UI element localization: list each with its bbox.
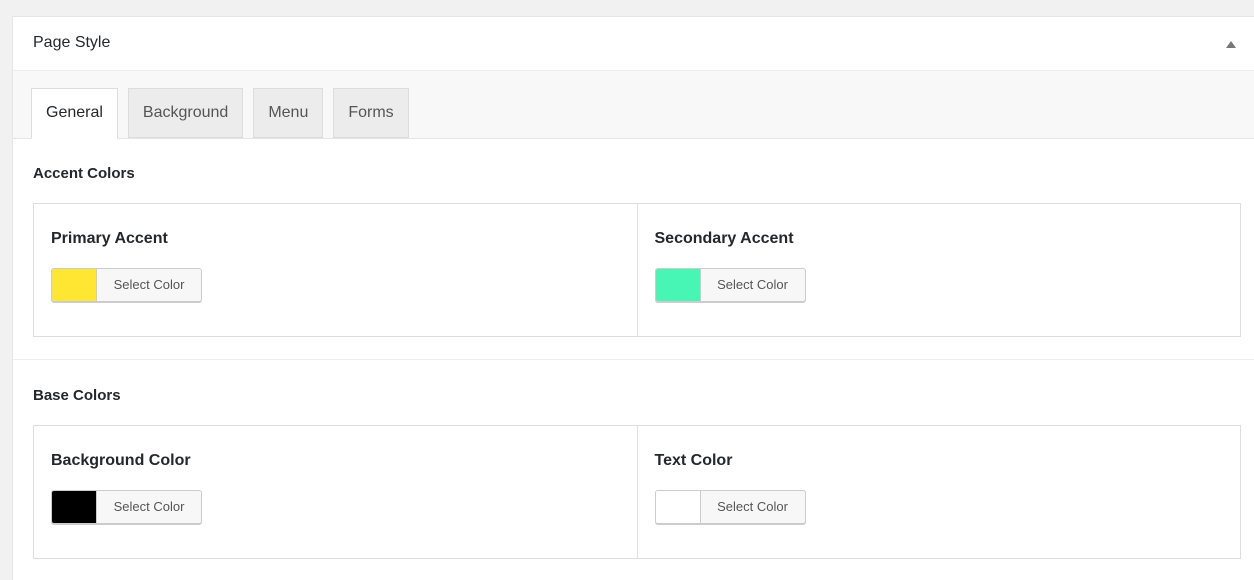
text-color-swatch[interactable] [655,491,701,523]
primary-accent-select-color-button[interactable]: Select Color [97,269,201,301]
secondary-accent-color-picker[interactable]: Select Color [654,268,806,302]
tab-menu[interactable]: Menu [253,88,324,138]
tab-background[interactable]: Background [127,88,244,138]
secondary-accent-select-color-button[interactable]: Select Color [701,269,805,301]
background-select-color-button[interactable]: Select Color [97,491,201,523]
page-style-panel: Page Style General Background Menu Forms… [12,16,1254,580]
text-color-picker[interactable]: Select Color [654,490,806,524]
panel-header[interactable]: Page Style [13,17,1254,71]
tab-strip: General Background Menu Forms [13,71,1254,139]
section-title-accent-colors: Accent Colors [33,165,135,182]
text-select-color-button[interactable]: Select Color [701,491,805,523]
secondary-accent-field: Secondary Accent Select Color [636,204,1241,336]
collapse-arrow-icon[interactable] [1226,41,1236,48]
accent-colors-box: Primary Accent Select Color Secondary Ac… [33,203,1241,337]
background-color-swatch[interactable] [52,491,97,523]
tab-forms[interactable]: Forms [333,88,409,138]
tab-general[interactable]: General [31,88,118,139]
text-color-field: Text Color Select Color [636,426,1241,558]
secondary-accent-label: Secondary Accent [654,230,794,247]
section-title-base-colors: Base Colors [33,387,121,404]
primary-accent-label: Primary Accent [51,230,168,247]
primary-accent-color-picker[interactable]: Select Color [51,268,202,302]
base-colors-box: Background Color Select Color Text Color… [33,425,1241,559]
background-color-picker[interactable]: Select Color [51,490,202,524]
section-divider [13,359,1254,360]
secondary-accent-swatch[interactable] [655,269,701,301]
panel-title: Page Style [33,34,111,51]
primary-accent-field: Primary Accent Select Color [34,204,637,336]
tab-list: General Background Menu Forms [31,88,409,139]
background-color-field: Background Color Select Color [34,426,637,558]
primary-accent-swatch[interactable] [52,269,97,301]
text-color-label: Text Color [654,452,733,469]
background-color-label: Background Color [51,452,191,469]
